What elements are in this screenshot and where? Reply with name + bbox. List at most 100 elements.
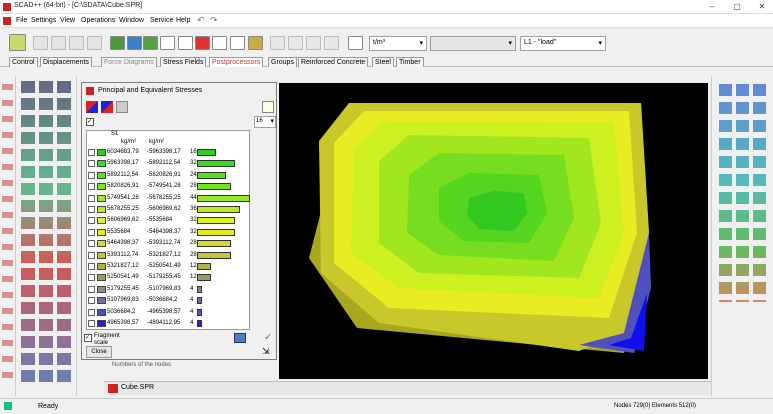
menu-help[interactable]: Help: [176, 17, 190, 24]
row-checkbox[interactable]: [88, 228, 95, 236]
row-checkbox[interactable]: [88, 251, 95, 259]
view-1-icon[interactable]: [270, 36, 285, 50]
menu-service[interactable]: Service: [150, 17, 173, 24]
mini-tools-strip[interactable]: [2, 80, 13, 380]
table-row[interactable]: 5393112,74 -5321827,12 28: [87, 250, 249, 261]
table-row[interactable]: 5179255,45 -5107969,83 4: [87, 284, 249, 295]
show-nodes-icon[interactable]: [127, 36, 142, 50]
export-icon[interactable]: ⇲: [262, 346, 270, 357]
analysis-tools-grid[interactable]: [19, 79, 74, 387]
load-combo[interactable]: L1 - "load" ▾: [520, 36, 606, 51]
color-swatch[interactable]: [97, 160, 106, 168]
mode-3-icon[interactable]: [116, 101, 128, 113]
tab-postprocessors[interactable]: Postprocessors: [209, 57, 264, 67]
scale-count-combo[interactable]: 16 ▾: [254, 116, 276, 128]
tab-timber[interactable]: Timber: [396, 57, 424, 67]
camera-icon[interactable]: [234, 333, 246, 343]
table-row[interactable]: 5036684,2 -4965398,57 4: [87, 307, 249, 318]
menu-operations[interactable]: Operations: [81, 17, 115, 24]
maximize-button[interactable]: ▢: [726, 0, 748, 14]
color-swatch[interactable]: [97, 274, 106, 282]
tab-displacements[interactable]: Displacements: [40, 57, 92, 67]
mode-2-icon[interactable]: [101, 101, 113, 113]
apply-check-icon[interactable]: ✓: [264, 332, 272, 343]
close-button[interactable]: Close: [86, 346, 112, 358]
table-row[interactable]: 5749541,28 -5678255,25 44: [87, 193, 250, 204]
menu-view[interactable]: View: [60, 17, 75, 24]
mode-1-icon[interactable]: [86, 101, 98, 113]
table-row[interactable]: 4965398,57 -4894112,95 4: [87, 318, 249, 329]
color-swatch[interactable]: [97, 228, 106, 236]
row-checkbox[interactable]: [88, 149, 95, 156]
model-icon[interactable]: [9, 34, 26, 51]
table-row[interactable]: 5250541,49 -5179255,45 12: [87, 272, 249, 283]
row-checkbox[interactable]: [88, 206, 95, 213]
view-4-icon[interactable]: [324, 36, 339, 50]
row-checkbox[interactable]: [88, 171, 95, 179]
view-3-icon[interactable]: [306, 36, 321, 50]
table-row[interactable]: 6034683,79 -5963398,17 16: [87, 147, 249, 158]
grid-icon[interactable]: [212, 36, 227, 50]
color-swatch[interactable]: [97, 206, 106, 213]
table-row[interactable]: 5678255,25 -5606969,62 36: [87, 204, 249, 215]
menu-file[interactable]: File: [16, 17, 27, 24]
color-swatch[interactable]: [97, 217, 106, 225]
frame-icon[interactable]: [348, 36, 363, 50]
model-viewport[interactable]: [279, 83, 708, 379]
filter-icon[interactable]: [160, 36, 175, 50]
scale-icon[interactable]: [195, 36, 210, 50]
color-swatch[interactable]: [97, 240, 106, 248]
tool-1-icon[interactable]: [33, 36, 48, 50]
row-checkbox[interactable]: [88, 160, 95, 168]
secondary-combo[interactable]: ▾: [430, 36, 516, 51]
undo-icon[interactable]: ↶: [197, 15, 205, 26]
color-swatch[interactable]: [97, 183, 106, 191]
color-swatch[interactable]: [97, 308, 106, 316]
show-all-checkbox[interactable]: ✓: [86, 118, 94, 126]
row-checkbox[interactable]: [88, 285, 95, 293]
tab-groups[interactable]: Groups: [268, 57, 297, 67]
palette-icon[interactable]: [262, 101, 274, 113]
color-swatch[interactable]: [97, 171, 106, 179]
table-row[interactable]: 5321827,12 -5250541,49 12: [87, 261, 249, 272]
row-checkbox[interactable]: [88, 217, 95, 225]
tab-reinforced-concrete[interactable]: Reinforced Concrete: [298, 57, 369, 67]
row-checkbox[interactable]: [88, 183, 95, 191]
tool-2-icon[interactable]: [51, 36, 66, 50]
row-checkbox[interactable]: [88, 297, 95, 305]
document-tab[interactable]: Cube.SPR: [121, 384, 154, 391]
tab-control[interactable]: Control: [9, 57, 38, 67]
tab-stress-fields[interactable]: Stress Fields: [160, 57, 207, 67]
color-swatch[interactable]: [97, 320, 106, 327]
row-checkbox[interactable]: [88, 263, 95, 270]
menu-settings[interactable]: Settings: [31, 17, 56, 24]
table-row[interactable]: 5535684 -5464398,37 32: [87, 227, 249, 238]
color-swatch[interactable]: [97, 263, 106, 270]
show-numbers-icon[interactable]: [143, 36, 158, 50]
row-checkbox[interactable]: [88, 240, 95, 248]
table-row[interactable]: 5107969,83 -5036684,2 4: [87, 295, 249, 306]
minimize-button[interactable]: –: [701, 0, 723, 14]
table-row[interactable]: 5464398,37 -5393112,74 28: [87, 238, 249, 249]
tab-force-diagrams[interactable]: Force Diagrams: [101, 57, 157, 67]
tool-3-icon[interactable]: [69, 36, 84, 50]
units-combo[interactable]: t/m³ ▾: [369, 36, 427, 51]
view-2-icon[interactable]: [288, 36, 303, 50]
menu-window[interactable]: Window: [119, 17, 144, 24]
color-swatch[interactable]: [97, 194, 106, 202]
color-swatch[interactable]: [97, 251, 106, 259]
tab-steel[interactable]: Steel: [372, 57, 394, 67]
color-swatch[interactable]: [97, 297, 106, 305]
show-elements-icon[interactable]: [110, 36, 125, 50]
row-checkbox[interactable]: [88, 274, 95, 282]
color-swatch[interactable]: [97, 285, 106, 293]
view-tools-grid[interactable]: [718, 82, 768, 302]
table-row[interactable]: 5606969,62 -5535684 32: [87, 215, 249, 226]
table-row[interactable]: 5820826,91 -5749541,28 28: [87, 181, 249, 192]
tool-4-icon[interactable]: [87, 36, 102, 50]
fragment-scale-checkbox[interactable]: ✓: [84, 334, 92, 342]
close-window-button[interactable]: ✕: [751, 0, 773, 14]
color-swatch[interactable]: [97, 149, 106, 156]
row-checkbox[interactable]: [88, 194, 95, 202]
table-row[interactable]: 5892112,54 -5820826,91 24: [87, 170, 249, 181]
